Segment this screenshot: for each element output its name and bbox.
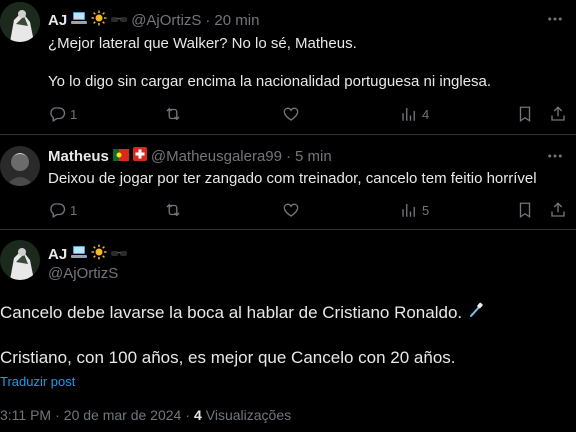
divider xyxy=(0,229,576,230)
tweet2-views-count: 5 xyxy=(422,202,430,218)
divider xyxy=(0,134,576,135)
sunglasses-icon xyxy=(111,246,128,264)
toothbrush-icon xyxy=(468,302,484,323)
sun-icon xyxy=(91,10,107,31)
sunglasses-icon xyxy=(111,12,128,30)
tweet2-share-button[interactable] xyxy=(549,201,567,219)
sun-icon xyxy=(91,244,107,265)
bookmark-icon xyxy=(519,202,531,219)
translate-post-link[interactable]: Traduzir post xyxy=(0,374,75,389)
heart-icon xyxy=(283,203,299,217)
tweet1-header: AJ @AjOrtizS · 20 min xyxy=(48,10,259,31)
tweet1-time[interactable]: 20 min xyxy=(214,12,259,29)
main-meta-sep: · xyxy=(55,407,60,423)
avatar-aj[interactable] xyxy=(0,2,40,42)
share-icon xyxy=(551,106,565,121)
repost-icon xyxy=(166,203,180,217)
tweet1-bookmark-button[interactable] xyxy=(516,105,534,123)
main-text-line2: Cristiano, con 100 años, es mejor que Ca… xyxy=(0,348,456,367)
main-meta-sep: · xyxy=(185,407,190,423)
laptop-icon xyxy=(71,11,88,30)
views-icon xyxy=(402,204,415,217)
tweet2-author-name[interactable]: Matheus xyxy=(48,148,109,165)
switzerland-flag-icon xyxy=(132,147,147,166)
tweet2-dot: · xyxy=(285,148,291,165)
main-views-label: Visualizações xyxy=(205,407,292,423)
tweet1-text-line1: ¿Mejor lateral que Walker? No lo sé, Mat… xyxy=(48,35,357,52)
avatar-aj-main[interactable] xyxy=(0,240,40,280)
main-meta: 3:11 PM · 20 de mar de 2024 · 4 Visualiz… xyxy=(0,407,291,423)
avatar-matheus[interactable] xyxy=(0,146,40,186)
tweet1-handle[interactable]: @AjOrtizS xyxy=(131,12,201,29)
tweet1-author-name[interactable]: AJ xyxy=(48,12,67,29)
tweet1-more-icon[interactable] xyxy=(546,10,564,33)
share-icon xyxy=(551,202,565,217)
main-author-name[interactable]: AJ xyxy=(48,246,67,263)
tweet2-header: Matheus @Matheusgalera99 · 5 min xyxy=(48,147,332,166)
tweet2-time[interactable]: 5 min xyxy=(295,148,332,165)
tweet2-more-icon[interactable] xyxy=(546,147,564,170)
main-header: AJ xyxy=(48,244,128,265)
tweet1-reply-count: 1 xyxy=(70,106,78,122)
tweet1-share-button[interactable] xyxy=(549,105,567,123)
main-time[interactable]: 3:11 PM xyxy=(0,407,51,423)
bookmark-icon xyxy=(519,106,531,123)
tweet1-reply-button[interactable]: 1 xyxy=(48,105,77,123)
main-text-line1: Cancelo debe lavarse la boca al hablar d… xyxy=(0,302,463,322)
tweet2-reply-count: 1 xyxy=(70,202,78,218)
tweet2-text-line1: Deixou de jogar por ter zangado com trei… xyxy=(48,170,537,187)
tweet1-like-button[interactable] xyxy=(282,105,300,123)
main-handle[interactable]: @AjOrtizS xyxy=(48,265,118,282)
tweet2-views-button[interactable]: 5 xyxy=(400,201,429,219)
tweet2-like-button[interactable] xyxy=(282,201,300,219)
reply-icon xyxy=(50,203,66,218)
tweet2-bookmark-button[interactable] xyxy=(516,201,534,219)
tweet1-views-button[interactable]: 4 xyxy=(400,105,429,123)
repost-icon xyxy=(166,107,180,121)
tweet2-handle[interactable]: @Matheusgalera99 xyxy=(151,148,282,165)
main-text-line1-row: Cancelo debe lavarse la boca al hablar d… xyxy=(0,302,484,323)
views-icon xyxy=(402,108,415,121)
laptop-icon xyxy=(71,245,88,264)
tweet2-repost-button[interactable] xyxy=(164,201,182,219)
tweet2-reply-button[interactable]: 1 xyxy=(48,201,77,219)
tweet1-views-count: 4 xyxy=(422,106,430,122)
reply-icon xyxy=(50,107,66,122)
portugal-flag-icon xyxy=(112,148,129,166)
main-date[interactable]: 20 de mar de 2024 xyxy=(64,407,182,423)
heart-icon xyxy=(283,107,299,121)
tweet1-text-line2: Yo lo digo sin cargar encima la nacional… xyxy=(48,73,492,90)
tweet1-dot: · xyxy=(205,12,211,29)
main-views-count: 4 xyxy=(193,407,202,423)
tweet1-repost-button[interactable] xyxy=(164,105,182,123)
